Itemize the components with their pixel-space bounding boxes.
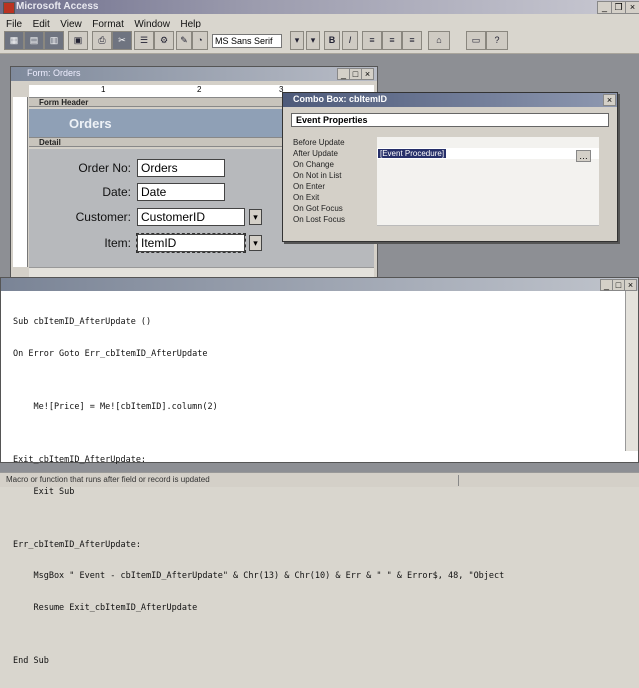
property-name: On Lost Focus	[293, 215, 346, 224]
code-icon[interactable]: ◔	[192, 31, 208, 50]
bold-button[interactable]: B	[324, 31, 340, 50]
ruler-mark: 1	[101, 85, 106, 94]
save-icon[interactable]: ▣	[68, 31, 88, 50]
property-row[interactable]: After Update [Event Procedure]	[293, 148, 603, 160]
item-label[interactable]: Item:	[39, 236, 131, 250]
form-close-icon[interactable]: ×	[361, 68, 374, 80]
property-name: After Update	[293, 149, 338, 158]
align-center-icon[interactable]: ≡	[382, 31, 402, 50]
property-sheet-title: Combo Box: cbItemID	[293, 94, 388, 104]
code-editor[interactable]: Sub cbItemID_AfterUpdate () On Error Got…	[13, 296, 625, 688]
order-no-textbox[interactable]: Orders	[137, 159, 225, 177]
property-row[interactable]: On Not in List	[293, 170, 603, 182]
code-window: _ □ × Sub cbItemID_AfterUpdate () On Err…	[0, 277, 639, 666]
builder-button[interactable]: …	[576, 150, 591, 162]
customer-label[interactable]: Customer:	[39, 210, 131, 224]
code-line: Exit Sub	[13, 486, 75, 497]
property-value[interactable]	[377, 214, 599, 226]
app-title-bar: Microsoft Access _ ❐ ×	[0, 0, 639, 14]
property-name: On Not in List	[293, 171, 342, 180]
property-row[interactable]: Before Update	[293, 137, 603, 149]
status-bar: Macro or function that runs after field …	[0, 472, 639, 487]
code-line: Resume Exit_cbItemID_AfterUpdate	[13, 603, 198, 614]
toolbox-icon[interactable]: ✎	[176, 31, 192, 50]
code-line: End Sub	[13, 656, 49, 667]
align-right-icon[interactable]: ≡	[402, 31, 422, 50]
property-name: On Enter	[293, 182, 326, 191]
event-properties-select[interactable]: Event Properties	[291, 113, 609, 127]
window-icon[interactable]: ▭	[466, 31, 486, 50]
code-line: Me![Price] = Me![cbItemID].column(2)	[13, 401, 218, 412]
property-name: On Exit	[293, 193, 320, 202]
form-window-title-bar[interactable]: Form: Orders _ □ ×	[11, 67, 377, 81]
field-list-icon[interactable]: ☰	[134, 31, 154, 50]
vertical-ruler	[13, 97, 28, 267]
after-update-value[interactable]: [Event Procedure]	[378, 149, 447, 158]
property-row[interactable]: On Exit	[293, 192, 603, 204]
customer-dropdown-icon[interactable]: ▾	[249, 209, 262, 225]
property-name: Before Update	[293, 138, 345, 147]
date-label[interactable]: Date:	[39, 185, 131, 199]
code-line: MsgBox " Event - cbItemID_AfterUpdate" &…	[13, 571, 505, 582]
property-row[interactable]: On Enter	[293, 181, 603, 193]
app-icon[interactable]	[3, 2, 15, 14]
property-name: On Got Focus	[293, 204, 343, 213]
properties-icon[interactable]: ⚙	[154, 31, 174, 50]
property-close-icon[interactable]: ×	[603, 94, 616, 106]
form-window-title: Form: Orders	[27, 68, 81, 78]
datasheet-view-icon[interactable]: ▥	[44, 31, 64, 50]
code-close-icon[interactable]: ×	[624, 279, 637, 291]
form-view-icon[interactable]: ▤	[24, 31, 44, 50]
status-text: Macro or function that runs after field …	[6, 475, 210, 484]
font-size-select[interactable]: ▾	[306, 31, 320, 50]
code-line: Err_cbItemID_AfterUpdate:	[13, 539, 141, 550]
code-window-title-bar[interactable]: _ □ ×	[1, 278, 638, 291]
font-dropdown-icon[interactable]: ▾	[290, 31, 304, 50]
cut-icon[interactable]: ✂	[112, 31, 132, 50]
app-title: Microsoft Access	[16, 1, 99, 12]
property-row[interactable]: On Got Focus	[293, 203, 603, 215]
property-row[interactable]: On Lost Focus	[293, 214, 603, 226]
align-left-icon[interactable]: ≡	[362, 31, 382, 50]
print-icon[interactable]: ⎙	[92, 31, 112, 50]
property-sheet-window: Combo Box: cbItemID × Event Properties B…	[282, 92, 618, 242]
code-vertical-scrollbar[interactable]	[625, 291, 638, 451]
item-combo[interactable]: ItemID	[136, 233, 246, 253]
restore-icon[interactable]: ❐	[611, 1, 626, 14]
customer-combo[interactable]: CustomerID	[137, 208, 245, 226]
date-textbox[interactable]: Date	[137, 183, 225, 201]
help-icon[interactable]: ?	[486, 31, 508, 50]
order-no-label[interactable]: Order No:	[39, 161, 131, 175]
header-title-label[interactable]: Orders	[69, 116, 112, 131]
property-row[interactable]: On Change	[293, 159, 603, 171]
build-icon[interactable]: ⌂	[428, 31, 450, 50]
status-divider	[458, 475, 459, 486]
design-view-icon[interactable]: ▦	[4, 31, 24, 50]
item-dropdown-icon[interactable]: ▾	[249, 235, 262, 251]
minimize-icon[interactable]: _	[597, 1, 612, 14]
italic-button[interactable]: I	[342, 31, 358, 50]
close-icon[interactable]: ×	[625, 1, 639, 14]
property-sheet-title-bar[interactable]: Combo Box: cbItemID ×	[283, 93, 617, 107]
toolbar: ▦ ▤ ▥ ▣ ⎙ ✂ ☰ ⚙ ✎ ◔ MS Sans Serif ▾ ▾ B …	[0, 28, 639, 54]
code-line: Exit_cbItemID_AfterUpdate:	[13, 454, 147, 465]
font-name-select[interactable]: MS Sans Serif	[212, 34, 282, 48]
code-line: Sub cbItemID_AfterUpdate ()	[13, 317, 152, 328]
code-line: On Error Goto Err_cbItemID_AfterUpdate	[13, 348, 208, 359]
menu-bar: File Edit View Format Window Help	[0, 14, 639, 30]
ruler-mark: 2	[197, 85, 202, 94]
property-name: On Change	[293, 160, 334, 169]
